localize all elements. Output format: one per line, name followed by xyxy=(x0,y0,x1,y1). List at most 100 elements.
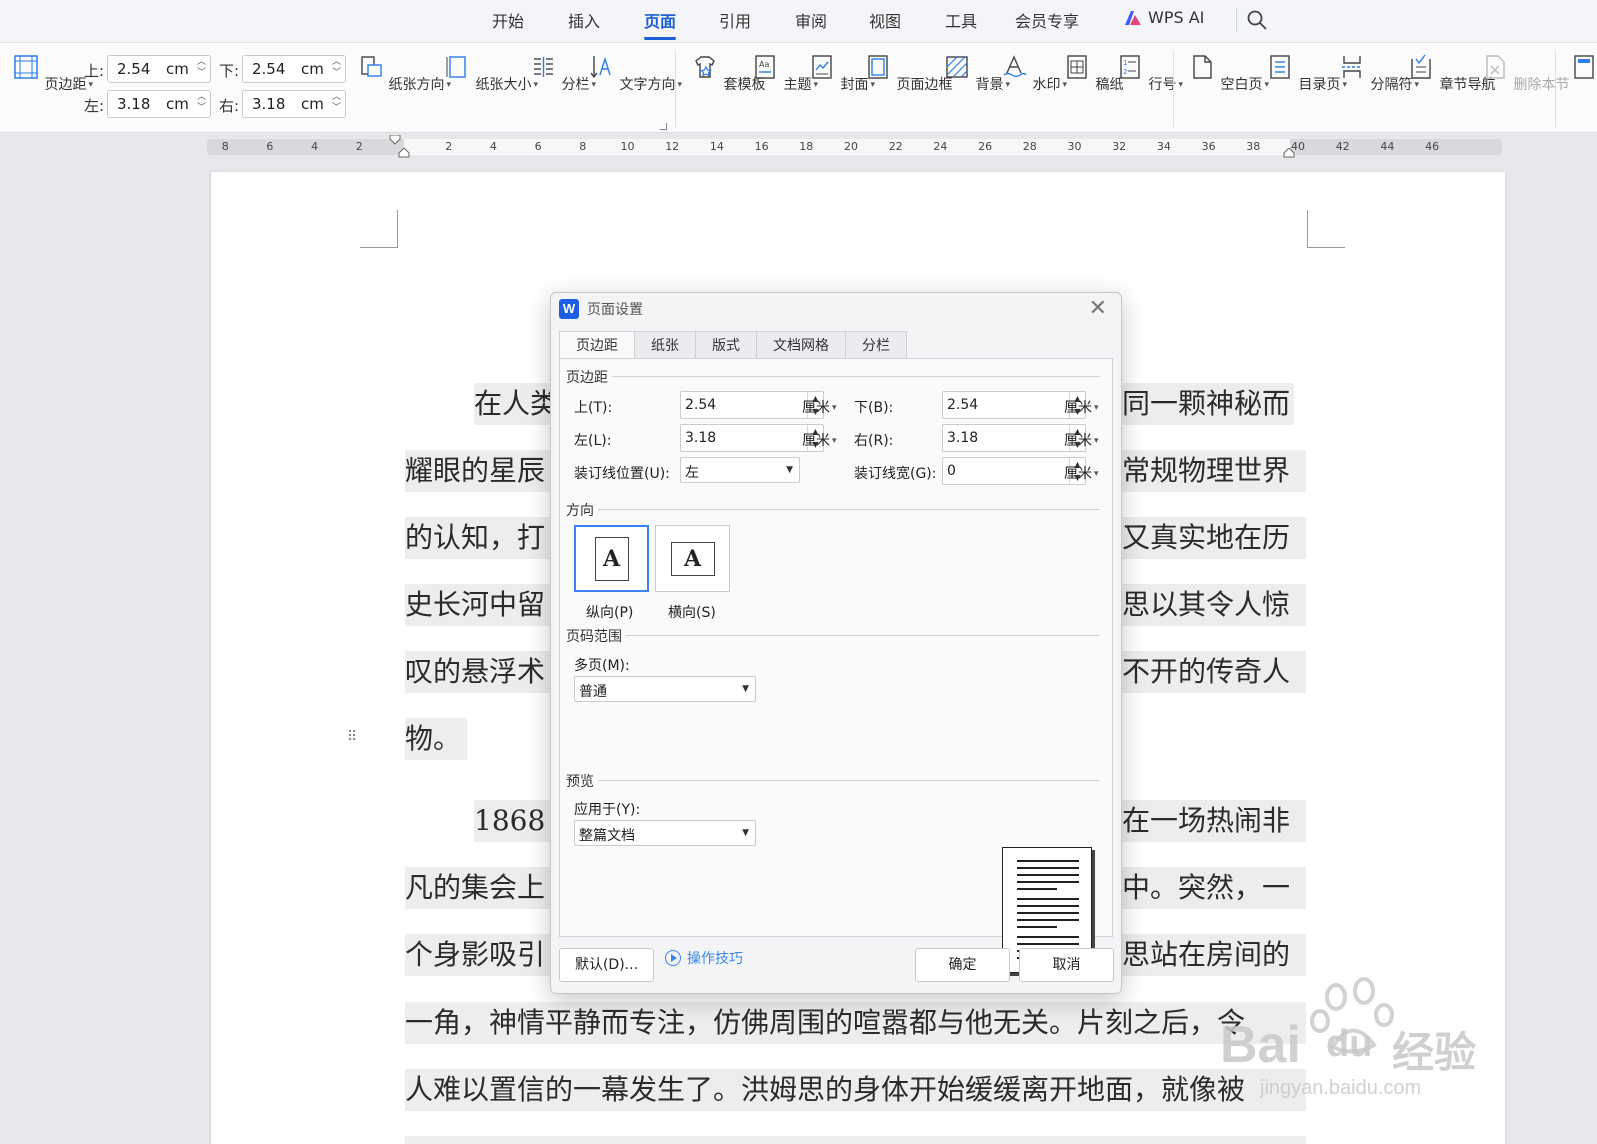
section-divider xyxy=(596,780,1100,781)
delete-section-button[interactable]: 删除本节 xyxy=(1481,53,1569,94)
spinner-arrows-icon[interactable]: ︿ ﹀ xyxy=(332,92,341,114)
paragraph-line[interactable]: 个身影吸引 xyxy=(405,934,564,976)
right-margin-unit[interactable]: 厘米 ▾ xyxy=(1064,430,1099,450)
watermark-button[interactable]: 水印 ▾ xyxy=(1000,53,1067,94)
tips-link[interactable]: 操作技巧 xyxy=(665,948,743,968)
menu-bar: 开始 插入 页面 引用 审阅 视图 工具 会员专享 WPS AI xyxy=(0,0,1597,42)
tab-member[interactable]: 会员专享 xyxy=(1015,8,1079,32)
horizontal-ruler[interactable]: 8 6 4 2 2 4 6 8 10 12 14 16 18 20 22 24 26 28 30 32 34 36 38 40… xyxy=(207,135,1502,158)
paragraph-line[interactable]: 凡的集会上 xyxy=(405,867,564,909)
search-icon[interactable] xyxy=(1246,9,1268,31)
paragraph-line[interactable]: 常规物理世界 xyxy=(1122,450,1306,492)
paragraph-line[interactable]: 一角，神情平静而专注，仿佛周围的喧嚣都与他无关。片刻之后，令 xyxy=(405,1002,1306,1044)
manuscript-button[interactable]: 稿纸 xyxy=(1063,53,1123,94)
dialog-titlebar[interactable]: W 页面设置 xyxy=(559,299,643,319)
bottom-margin-unit[interactable]: 厘米 ▾ xyxy=(1064,397,1099,417)
cancel-button[interactable]: 取消 xyxy=(1019,948,1114,982)
page-border-button[interactable]: 页面边框 xyxy=(864,53,952,94)
default-button[interactable]: 默认(D)... xyxy=(559,948,654,982)
ruler-tick-label: 24 xyxy=(933,140,948,153)
ribbon: 页边距 ▾ 上: 2.54 cm ︿ ﹀ 下: 2.54 cm ︿ ﹀ 左: 3.18… xyxy=(0,42,1597,133)
gutter-position-select[interactable]: 左 ▼ xyxy=(680,457,800,483)
gutter-width-unit[interactable]: 厘米 ▾ xyxy=(1064,463,1099,483)
preview-text-line xyxy=(1017,936,1079,938)
paper-size-button[interactable]: 纸张大小 ▾ xyxy=(443,53,538,94)
page-orientation-icon xyxy=(361,56,382,77)
header-button[interactable]: 页眉 xyxy=(1570,53,1597,94)
cover-icon xyxy=(812,55,832,79)
tab-references[interactable]: 引用 xyxy=(719,8,751,32)
paragraph-line[interactable]: 思站在房间的 xyxy=(1122,934,1306,976)
ok-button[interactable]: 确定 xyxy=(915,948,1010,982)
margins-label: 页边距 xyxy=(44,77,87,93)
first-line-indent-marker-icon[interactable] xyxy=(389,135,401,145)
paragraph-line[interactable]: 物。 xyxy=(405,718,467,760)
preview-text-line xyxy=(1017,912,1079,914)
ruler-tick-label: 14 xyxy=(709,140,724,153)
left-margin-field[interactable]: 3.18 cm ︿ ﹀ xyxy=(107,90,211,118)
margins-button[interactable]: 页边距 ▾ xyxy=(12,53,93,94)
right-margin-field[interactable]: 3.18 cm ︿ ﹀ xyxy=(242,90,346,118)
hanging-indent-marker-icon[interactable] xyxy=(398,148,410,158)
tab-tools[interactable]: 工具 xyxy=(945,8,977,32)
svg-text:1: 1 xyxy=(1123,59,1127,67)
multi-page-select[interactable]: 普通 ▼ xyxy=(574,676,756,702)
text-direction-button[interactable]: 文字方向 ▾ xyxy=(587,53,682,94)
text-direction-icon xyxy=(590,56,611,79)
right-indent-marker-icon[interactable] xyxy=(1283,148,1295,158)
bottom-margin-label: 下(B): xyxy=(854,400,894,416)
wps-ai-button[interactable]: WPS AI xyxy=(1124,8,1204,27)
paragraph-line[interactable]: 在一场热闹非 xyxy=(1122,800,1306,842)
spinner-arrows-icon[interactable]: ︿ ﹀ xyxy=(197,57,206,79)
dialog-tab-paper[interactable]: 纸张 xyxy=(634,331,696,359)
spinner-arrows-icon[interactable]: ︿ ﹀ xyxy=(197,92,206,114)
tab-review[interactable]: 审阅 xyxy=(795,8,827,32)
tab-insert[interactable]: 插入 xyxy=(568,8,600,32)
paragraph-line[interactable]: 又真实地在历 xyxy=(1122,517,1306,559)
wps-ai-label: WPS AI xyxy=(1148,8,1205,27)
close-icon[interactable]: ✕ xyxy=(1089,296,1107,321)
dialog-tab-grid[interactable]: 文档网格 xyxy=(756,331,846,359)
paragraph-line[interactable]: 史长河中留 xyxy=(405,584,564,626)
paragraph-line[interactable]: 人难以置信的一幕发生了。洪姆思的身体开始缓缓离开地面，就像被 xyxy=(405,1069,1306,1111)
dialog-tab-layout[interactable]: 版式 xyxy=(695,331,757,359)
watermark-label: 水印 xyxy=(1032,77,1061,93)
paragraph-line-cutoff xyxy=(405,1136,1306,1144)
blank-page-button[interactable]: 空白页 ▾ xyxy=(1188,53,1269,94)
right-margin-value: 3.18 xyxy=(947,430,979,446)
ruler-tick-label: 6 xyxy=(534,140,542,153)
ruler-tick-label: 8 xyxy=(221,140,229,153)
left-margin-unit[interactable]: 厘米 ▾ xyxy=(802,430,837,450)
wps-writer-logo-icon: W xyxy=(559,299,579,319)
paragraph-line[interactable]: 同一颗神秘而 xyxy=(1122,383,1294,425)
preview-text-line xyxy=(1017,867,1079,869)
paragraph-line[interactable]: 叹的悬浮术 xyxy=(405,651,564,693)
toc-page-button[interactable]: 目录页 ▾ xyxy=(1266,53,1347,94)
paragraph-line[interactable]: 中。突然，一 xyxy=(1122,867,1306,909)
page-orientation-button[interactable]: 纸张方向 ▾ xyxy=(356,53,451,94)
paragraph-line[interactable]: 耀眼的星辰 xyxy=(405,450,564,492)
paragraph-line[interactable]: 不开的传奇人 xyxy=(1122,651,1306,693)
landscape-option[interactable]: A xyxy=(655,525,730,592)
spinner-arrows-icon[interactable]: ︿ ﹀ xyxy=(332,57,341,79)
apply-to-select[interactable]: 整篇文档 ▼ xyxy=(574,820,756,846)
portrait-option[interactable]: A xyxy=(574,525,649,592)
top-margin-field[interactable]: 2.54 cm ︿ ﹀ xyxy=(107,55,211,83)
tab-home[interactable]: 开始 xyxy=(492,8,524,32)
tab-view[interactable]: 视图 xyxy=(869,8,901,32)
paragraph-line[interactable]: 思以其令人惊 xyxy=(1122,584,1306,626)
drag-handle-icon[interactable]: ⠿ xyxy=(347,730,359,744)
ruler-tick-label: 20 xyxy=(844,140,858,153)
paragraph-line[interactable]: 的认知，打 xyxy=(405,517,564,559)
dialog-tab-columns[interactable]: 分栏 xyxy=(845,331,907,359)
dialog-tab-margins[interactable]: 页边距 xyxy=(559,331,635,360)
dialog-launcher-icon[interactable] xyxy=(660,123,667,130)
tab-page[interactable]: 页面 xyxy=(644,8,677,40)
left-margin-value: 3.18 xyxy=(685,430,717,446)
bottom-margin-field[interactable]: 2.54 cm ︿ ﹀ xyxy=(242,55,346,83)
portrait-page-icon: A xyxy=(594,536,629,581)
dialog-title: 页面设置 xyxy=(587,302,643,318)
columns-button[interactable]: 分栏 ▾ xyxy=(529,53,596,94)
landscape-page-icon: A xyxy=(670,541,715,576)
top-margin-unit[interactable]: 厘米 ▾ xyxy=(802,397,837,417)
